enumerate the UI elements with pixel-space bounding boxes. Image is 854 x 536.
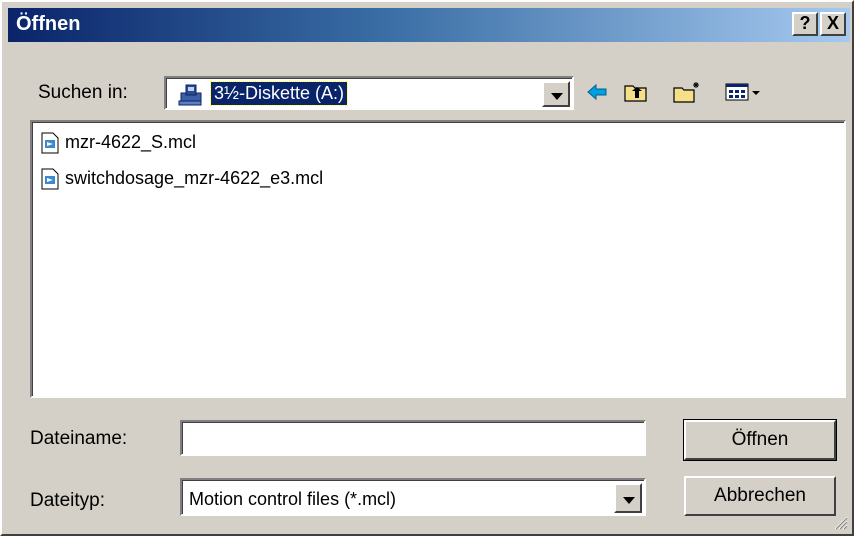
open-dialog: Öffnen ? X Suchen in: 3½-Diskette (A:) m…	[0, 0, 854, 536]
chevron-down-icon	[623, 497, 635, 504]
view-menu-button[interactable]	[724, 80, 768, 104]
look-in-dropdown-button[interactable]	[542, 81, 570, 107]
mcl-file-icon	[41, 132, 59, 154]
back-button[interactable]	[584, 80, 612, 104]
cancel-button-label: Abbrechen	[714, 485, 806, 506]
window-title: Öffnen	[16, 13, 81, 35]
help-icon: ?	[799, 13, 811, 33]
file-name: mzr-4622_S.mcl	[65, 132, 197, 152]
filename-label: Dateiname:	[30, 428, 128, 449]
look-in-label: Suchen in:	[38, 82, 128, 103]
filetype-value: Motion control files (*.mcl)	[189, 489, 397, 509]
resize-grip-icon[interactable]	[832, 514, 848, 530]
new-folder-button[interactable]	[672, 80, 700, 104]
filetype-combo[interactable]: Motion control files (*.mcl)	[180, 478, 646, 516]
floppy-drive-icon	[178, 84, 202, 106]
new-folder-icon	[673, 82, 699, 103]
up-folder-icon	[624, 85, 647, 102]
look-in-combo[interactable]: 3½-Diskette (A:)	[164, 76, 574, 110]
filetype-dropdown-button[interactable]	[614, 483, 642, 513]
look-in-value: 3½-Diskette (A:)	[209, 81, 349, 106]
mcl-file-icon	[41, 168, 59, 190]
chevron-down-icon	[551, 93, 563, 100]
filename-input[interactable]	[180, 420, 646, 456]
title-bar[interactable]: Öffnen ? X	[8, 8, 850, 42]
filetype-label: Dateityp:	[30, 490, 105, 511]
back-arrow-icon	[587, 83, 607, 101]
view-menu-icon	[725, 83, 760, 101]
open-button[interactable]: Öffnen	[683, 419, 837, 461]
up-folder-button[interactable]	[622, 80, 650, 104]
file-name: switchdosage_mzr-4622_e3.mcl	[65, 168, 324, 188]
file-list[interactable]: mzr-4622_S.mcl switchdosage_mzr-4622_e3.…	[30, 120, 846, 398]
help-button[interactable]: ?	[792, 12, 818, 36]
cancel-button[interactable]: Abbrechen	[684, 476, 836, 516]
close-icon: X	[826, 13, 839, 33]
open-button-label: Öffnen	[731, 429, 789, 450]
close-button[interactable]: X	[820, 12, 846, 36]
